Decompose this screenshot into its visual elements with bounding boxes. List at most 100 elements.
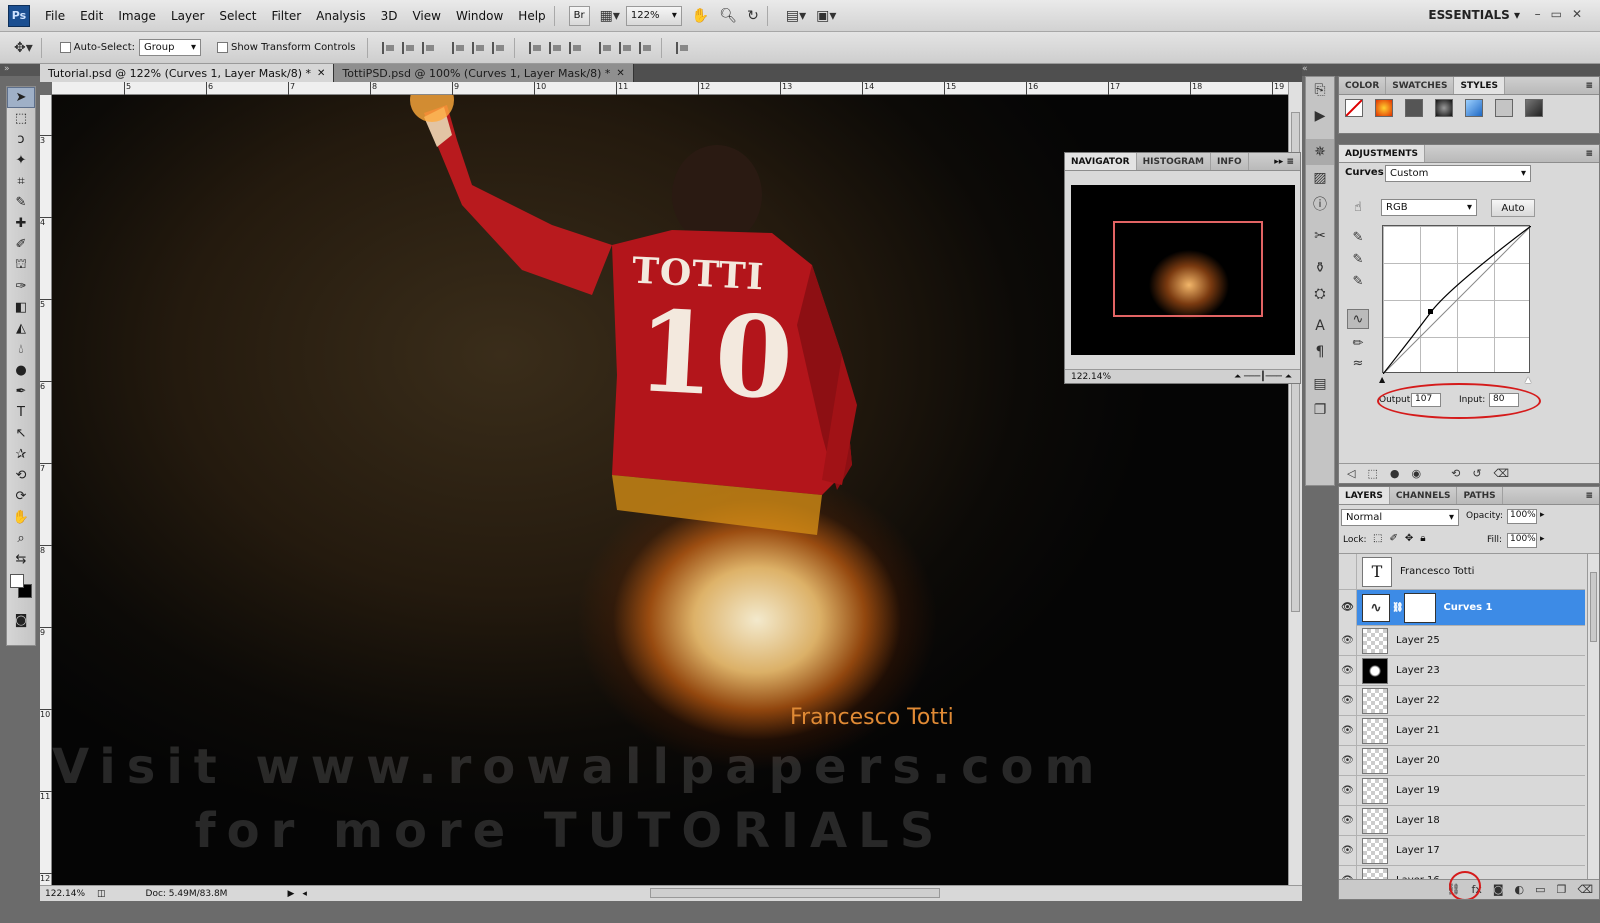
- new-adjustment-layer-icon[interactable]: ◐: [1515, 883, 1525, 896]
- eye-icon[interactable]: 👁︎: [1339, 835, 1357, 866]
- layer-row-text[interactable]: T Francesco Totti: [1339, 553, 1585, 590]
- navigator-zoom[interactable]: 122.14%: [1071, 372, 1111, 382]
- menu-select[interactable]: Select: [219, 9, 256, 23]
- expanded-view-icon[interactable]: ⬚: [1367, 467, 1377, 480]
- distribute-right-icon[interactable]: [639, 41, 653, 54]
- new-group-icon[interactable]: ▭: [1535, 883, 1545, 896]
- menu-edit[interactable]: Edit: [80, 9, 103, 23]
- swap-colors[interactable]: ⇆: [7, 549, 35, 570]
- fill-field[interactable]: 100%: [1507, 533, 1537, 548]
- rotate-view-icon[interactable]: ↻: [747, 8, 759, 24]
- panel-menu-icon[interactable]: ▸▸ ≡: [1274, 153, 1300, 170]
- delete-layer-icon[interactable]: ⌫: [1577, 883, 1593, 896]
- auto-button[interactable]: Auto: [1491, 199, 1535, 217]
- navigator-zoom-slider[interactable]: ⏶ ───┃─── ⏶: [1234, 372, 1292, 382]
- menu-3d[interactable]: 3D: [381, 9, 398, 23]
- eye-icon[interactable]: 👁︎: [1339, 589, 1357, 626]
- tab-swatches[interactable]: SWATCHES: [1386, 77, 1455, 94]
- align-left-icon[interactable]: [452, 41, 466, 54]
- status-info-icon[interactable]: ◫: [97, 889, 106, 899]
- distribute-vcenter-icon[interactable]: [549, 41, 563, 54]
- tab-channels[interactable]: CHANNELS: [1390, 487, 1458, 504]
- white-point-slider[interactable]: ▲: [1525, 375, 1531, 384]
- style-swatch-gray[interactable]: [1405, 99, 1423, 117]
- fill-slider-arrow-icon[interactable]: ▸: [1540, 534, 1545, 544]
- on-image-adjust-icon[interactable]: ☝: [1347, 197, 1369, 217]
- minimize-icon[interactable]: –: [1535, 7, 1551, 21]
- clone-stamp-tool[interactable]: ⛫: [7, 255, 35, 276]
- menu-filter[interactable]: Filter: [271, 9, 301, 23]
- tab-tutorial-psd[interactable]: Tutorial.psd @ 122% (Curves 1, Layer Mas…: [40, 64, 335, 82]
- layers-scrollbar[interactable]: [1587, 554, 1599, 884]
- lock-all-icon[interactable]: 🔒︎: [1420, 533, 1432, 544]
- histogram-panel-icon[interactable]: ▨: [1306, 165, 1334, 191]
- layer-row[interactable]: 👁︎ Layer 22: [1339, 685, 1585, 716]
- lock-position-icon[interactable]: ✥: [1405, 533, 1420, 544]
- auto-select-checkbox[interactable]: [59, 42, 71, 53]
- tab-styles[interactable]: STYLES: [1454, 77, 1505, 94]
- navigator-view-box[interactable]: [1113, 221, 1263, 317]
- history-panel-icon[interactable]: ⎘: [1306, 77, 1334, 103]
- layer-row[interactable]: 👁︎ Layer 17: [1339, 835, 1585, 866]
- zoom-tool-icon[interactable]: 🔍︎: [719, 8, 737, 24]
- style-swatch-metal[interactable]: [1525, 99, 1543, 117]
- pen-tool[interactable]: ✒: [7, 381, 35, 402]
- zoom-level-select[interactable]: 122% ▾: [625, 5, 682, 26]
- style-swatch-dark[interactable]: [1435, 99, 1453, 117]
- actions-panel-icon[interactable]: ▶: [1306, 103, 1334, 129]
- arrange-documents-icon[interactable]: ▤▾: [786, 8, 806, 24]
- hand-tool[interactable]: ✋: [7, 507, 35, 528]
- hand-tool-icon[interactable]: ✋: [692, 8, 709, 24]
- curves-preset-select[interactable]: Custom ▾: [1385, 165, 1531, 182]
- layer-row[interactable]: 👁︎ Layer 23: [1339, 655, 1585, 686]
- eye-icon[interactable]: 👁︎: [1339, 625, 1357, 656]
- curve-points-tool-icon[interactable]: ∿: [1347, 309, 1369, 329]
- layer-row-curves[interactable]: 👁︎ ∿ ⛓ Curves 1: [1339, 589, 1585, 626]
- add-mask-icon[interactable]: ◙: [1493, 883, 1504, 896]
- lock-pixels-icon[interactable]: ✐: [1389, 533, 1404, 544]
- reset-icon[interactable]: ↺: [1472, 467, 1481, 480]
- screen-mode-icon[interactable]: ▣▾: [816, 8, 836, 24]
- brushes-panel-icon[interactable]: ⚱: [1306, 255, 1334, 281]
- scroll-thumb[interactable]: [650, 888, 940, 898]
- bridge-button[interactable]: Br: [568, 5, 590, 26]
- menu-window[interactable]: Window: [456, 9, 503, 23]
- distribute-bottom-icon[interactable]: [569, 41, 583, 54]
- menu-analysis[interactable]: Analysis: [316, 9, 365, 23]
- blur-tool[interactable]: 💧︎: [7, 339, 35, 360]
- lasso-tool[interactable]: ↄ: [7, 129, 35, 150]
- notes-panel-icon[interactable]: ❐: [1306, 397, 1334, 423]
- eyedropper-tool[interactable]: ✎: [7, 192, 35, 213]
- restore-icon[interactable]: ▭: [1551, 7, 1572, 21]
- magic-wand-tool[interactable]: ✦: [7, 150, 35, 171]
- layer-mask-thumbnail[interactable]: [1404, 592, 1437, 623]
- white-point-eyedropper-icon[interactable]: ✎: [1347, 271, 1369, 291]
- close-icon[interactable]: ✕: [317, 68, 325, 79]
- eye-icon[interactable]: 👁︎: [1339, 805, 1357, 836]
- brush-tool[interactable]: ✐: [7, 234, 35, 255]
- clip-to-layer-icon[interactable]: ●: [1390, 467, 1400, 480]
- curve-pencil-tool-icon[interactable]: ✏: [1347, 333, 1369, 353]
- channel-select[interactable]: RGB ▾: [1381, 199, 1477, 216]
- align-right-icon[interactable]: [492, 41, 506, 54]
- eye-icon[interactable]: 👁︎: [1339, 745, 1357, 776]
- character-panel-icon[interactable]: A: [1306, 313, 1334, 339]
- menu-view[interactable]: View: [412, 9, 440, 23]
- align-hcenter-icon[interactable]: [472, 41, 486, 54]
- tab-navigator[interactable]: NAVIGATOR: [1065, 153, 1137, 170]
- curves-graph[interactable]: [1382, 225, 1531, 374]
- visibility-icon[interactable]: ◉: [1411, 467, 1421, 480]
- tab-tottipsd-psd[interactable]: TottiPSD.psd @ 100% (Curves 1, Layer Mas…: [334, 64, 634, 82]
- quick-mask-button[interactable]: ◙: [7, 610, 35, 631]
- horizontal-scrollbar[interactable]: [290, 886, 1290, 900]
- tab-adjustments[interactable]: ADJUSTMENTS: [1339, 145, 1425, 162]
- tab-info[interactable]: INFO: [1211, 153, 1249, 170]
- style-swatch-blue[interactable]: [1465, 99, 1483, 117]
- show-transform-option[interactable]: Show Transform Controls: [217, 42, 355, 53]
- status-zoom[interactable]: 122.14%: [45, 889, 93, 899]
- paint-bucket-tool[interactable]: ◭: [7, 318, 35, 339]
- tab-layers[interactable]: LAYERS: [1339, 487, 1390, 504]
- scroll-thumb[interactable]: [1590, 572, 1597, 642]
- black-point-slider[interactable]: ▲: [1379, 375, 1385, 384]
- layer-row[interactable]: 👁︎ Layer 18: [1339, 805, 1585, 836]
